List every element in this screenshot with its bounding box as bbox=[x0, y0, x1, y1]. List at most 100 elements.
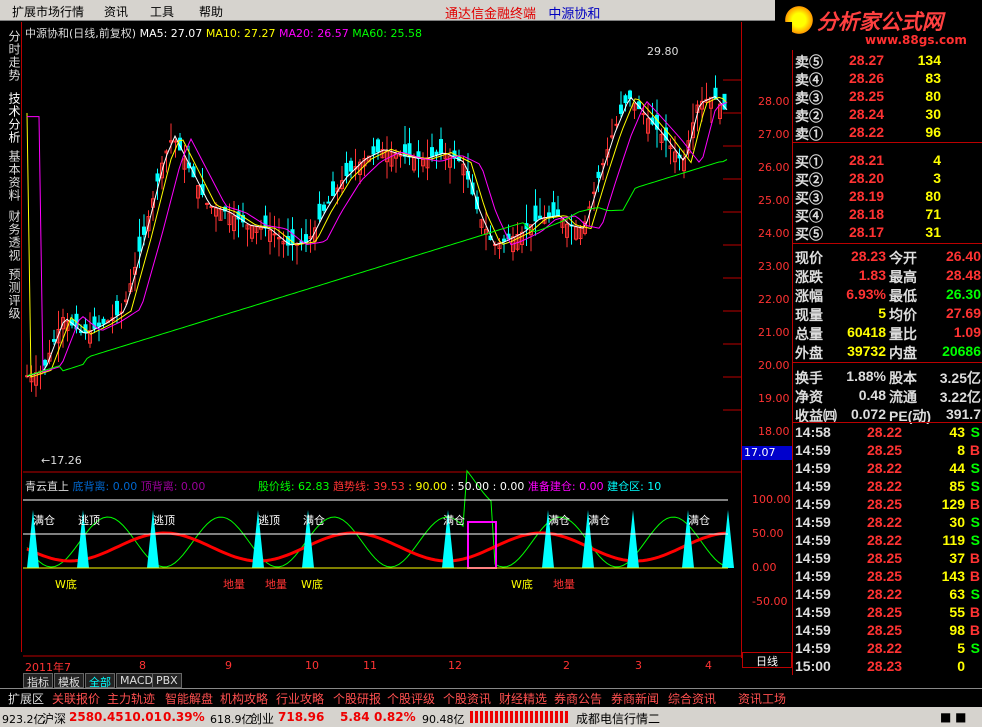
menu-extended-market[interactable]: 扩展市场行情 bbox=[12, 3, 84, 20]
price-scale-label: 28.00 bbox=[758, 95, 790, 108]
stat-value: 20686 bbox=[942, 343, 981, 359]
tick-time: 14:59 bbox=[795, 586, 831, 602]
tick-flag: S bbox=[970, 478, 980, 494]
tab-all[interactable]: 全部 bbox=[85, 673, 115, 689]
tick-volume: 143 bbox=[941, 568, 965, 584]
tick-flag: S bbox=[970, 532, 980, 548]
tick-price: 28.22 bbox=[867, 532, 903, 548]
tab-fundamentals[interactable]: 基本资料 bbox=[2, 150, 21, 202]
indicator-header: 青云直上 底背离: 0.00 顶背离: 0.00 股价线: 62.83 趋势线:… bbox=[25, 478, 661, 494]
app-title: 通达信金融终端 bbox=[445, 7, 537, 22]
info-link[interactable]: 智能解盘 bbox=[165, 690, 213, 706]
buy-volume: 3 bbox=[933, 170, 941, 186]
menu-help[interactable]: 帮助 bbox=[199, 3, 223, 20]
tick-flag: B bbox=[969, 568, 980, 584]
stat-label: 净资 bbox=[795, 389, 823, 405]
tab-template[interactable]: 模板 bbox=[54, 673, 84, 689]
sell-volume: 83 bbox=[925, 70, 941, 86]
signal-label-top: 满仓 bbox=[303, 514, 325, 527]
tick-price: 28.25 bbox=[867, 550, 903, 566]
status-index2-value: 718.96 bbox=[278, 710, 325, 724]
buy-volume: 80 bbox=[925, 188, 941, 204]
signal-label-top: 逃顶 bbox=[153, 514, 175, 527]
tick-flag: S bbox=[970, 586, 980, 602]
tick-volume: 43 bbox=[949, 424, 965, 440]
tick-row: 14:59 28.22 119 S bbox=[793, 532, 982, 550]
tick-flag: S bbox=[970, 640, 980, 656]
info-link[interactable]: 券商新闻 bbox=[611, 690, 659, 706]
logo-url: www.88gs.com bbox=[865, 33, 967, 47]
time-axis-label: 10 bbox=[305, 659, 319, 672]
info-link[interactable]: 资讯工场 bbox=[738, 690, 786, 706]
info-link[interactable]: 行业攻略 bbox=[276, 690, 324, 706]
tick-volume: 0 bbox=[957, 658, 965, 674]
ma5-label: MA5: 27.07 bbox=[139, 27, 203, 40]
tab-finance[interactable]: 财务透视 bbox=[2, 210, 21, 262]
menu-news[interactable]: 资讯 bbox=[104, 3, 128, 20]
stat-value: 6.93% bbox=[846, 286, 886, 302]
time-axis-label: 8 bbox=[139, 659, 146, 672]
sell-volume: 80 bbox=[925, 88, 941, 104]
tick-price: 28.22 bbox=[867, 460, 903, 476]
info-link[interactable]: 主力轨迹 bbox=[107, 690, 155, 706]
prepare-position-label: 准备建仓: 0.00 bbox=[527, 480, 604, 493]
tick-price: 28.22 bbox=[867, 640, 903, 656]
tick-row: 14:59 28.25 143 B bbox=[793, 568, 982, 586]
stat-label: 股本 bbox=[889, 370, 917, 386]
info-link[interactable]: 扩展区 bbox=[8, 690, 44, 706]
stat-label: 最高 bbox=[889, 269, 917, 285]
price-scale-label: 27.00 bbox=[758, 128, 790, 141]
info-link[interactable]: 财经精选 bbox=[499, 690, 547, 706]
tick-row: 14:59 28.25 98 B bbox=[793, 622, 982, 640]
price-line-label: 股价线: 62.83 bbox=[257, 480, 330, 493]
tab-pbx[interactable]: PBX bbox=[152, 673, 182, 688]
indicator-scale-label: 50.00 bbox=[752, 527, 784, 540]
signal-label-top: 满仓 bbox=[548, 514, 570, 527]
info-link[interactable]: 个股评级 bbox=[387, 690, 435, 706]
logo: 分析家公式网 www.88gs.com bbox=[775, 0, 982, 50]
status-index-change: 10.01 bbox=[124, 710, 162, 724]
info-link[interactable]: 券商公告 bbox=[554, 690, 602, 706]
stat-value: 1.83 bbox=[858, 267, 886, 283]
tick-flag: B bbox=[969, 604, 980, 620]
stat-label: 现量 bbox=[795, 307, 823, 323]
stats-divider bbox=[793, 422, 982, 423]
sell-level-label: 卖③ bbox=[795, 90, 823, 106]
kline-chart-area[interactable]: 中源协和(日线,前复权) MA5: 27.07 MA10: 27.27 MA20… bbox=[23, 22, 741, 674]
stat-value: 28.23 bbox=[850, 248, 886, 264]
tab-forecast[interactable]: 预测评级 bbox=[2, 268, 21, 320]
tick-time: 14:59 bbox=[795, 640, 831, 656]
info-link[interactable]: 关联报价 bbox=[52, 690, 100, 706]
period-selector[interactable]: 日线 bbox=[742, 652, 792, 668]
sell-level-label: 卖② bbox=[795, 108, 823, 124]
tab-intraday[interactable]: 分时走势 bbox=[2, 30, 21, 82]
stat-value: 5 bbox=[878, 305, 886, 321]
info-link[interactable]: 个股资讯 bbox=[443, 690, 491, 706]
stat-value: 27.69 bbox=[945, 305, 981, 321]
sell-level-row: 卖① 28.22 96 bbox=[793, 124, 982, 142]
price-scale-label: 18.00 bbox=[758, 425, 790, 438]
build-position-label: 建仓区: 10 bbox=[607, 480, 662, 493]
tab-technical[interactable]: 技术分析 bbox=[2, 92, 21, 144]
buy-level-row: 买⑤ 28.17 31 bbox=[793, 224, 982, 242]
ma10-label: MA10: 27.27 bbox=[205, 27, 276, 40]
tick-time: 14:59 bbox=[795, 514, 831, 530]
sell-level-row: 卖② 28.24 30 bbox=[793, 106, 982, 124]
stat-row: 净资 0.48 流通 3.22亿 bbox=[793, 387, 982, 405]
status-index2-name: 创业 bbox=[250, 712, 275, 726]
status-icons: ■ ■ bbox=[940, 710, 967, 724]
ma60-label: MA60: 25.58 bbox=[352, 27, 422, 40]
menu-tools[interactable]: 工具 bbox=[150, 3, 174, 20]
info-link[interactable]: 个股研报 bbox=[333, 690, 381, 706]
sell-level-label: 卖④ bbox=[795, 72, 823, 88]
tab-macd[interactable]: MACD bbox=[116, 673, 157, 688]
info-link[interactable]: 综合资讯 bbox=[668, 690, 716, 706]
tick-row: 15:00 28.23 0 bbox=[793, 658, 982, 676]
tick-volume: 63 bbox=[949, 586, 965, 602]
price-scale-label: 24.00 bbox=[758, 227, 790, 240]
price-scale-label: 21.00 bbox=[758, 326, 790, 339]
sell-price: 28.24 bbox=[849, 106, 885, 122]
info-link[interactable]: 机构攻略 bbox=[220, 690, 268, 706]
price-scale-label: 26.00 bbox=[758, 161, 790, 174]
tab-indicator[interactable]: 指标 bbox=[23, 673, 53, 689]
